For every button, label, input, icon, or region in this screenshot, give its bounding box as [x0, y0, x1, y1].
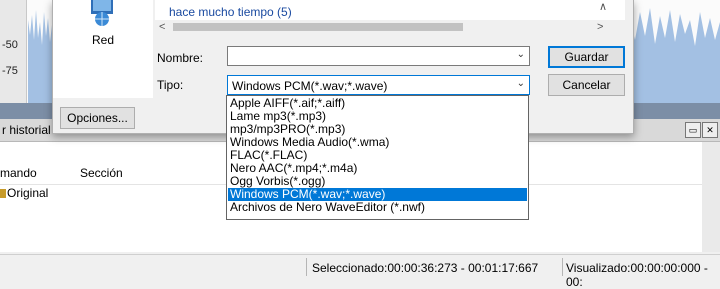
chevron-down-icon[interactable]: ⌄	[517, 78, 525, 89]
navigation-pane: Red	[53, 0, 153, 98]
filename-label: Nombre:	[157, 51, 204, 65]
history-item-icon	[0, 189, 6, 198]
chevron-up-icon[interactable]: ∧	[599, 0, 607, 13]
float-panel-button[interactable]: ▭	[685, 122, 701, 138]
options-button[interactable]: Opciones...	[60, 107, 135, 129]
status-selection: Seleccionado:00:00:36:273 - 00:01:17:667	[312, 261, 539, 275]
save-button[interactable]: Guardar	[548, 46, 625, 68]
history-row[interactable]: Original	[0, 186, 48, 200]
nav-item-network[interactable]: Red	[92, 33, 114, 47]
amplitude-ruler: -50 -75	[0, 0, 27, 103]
file-group-header[interactable]: hace mucho tiempo (5)	[169, 5, 292, 19]
type-label: Tipo:	[157, 78, 184, 92]
column-header-command[interactable]: mando	[0, 166, 37, 180]
scroll-left-icon[interactable]: <	[159, 21, 165, 33]
scrollbar-thumb[interactable]	[173, 23, 463, 31]
filename-field[interactable]: ⌄	[227, 46, 530, 66]
scroll-right-icon[interactable]: >	[597, 21, 603, 33]
divider	[562, 258, 563, 276]
ruler-label: -50	[2, 39, 18, 51]
file-list[interactable]: hace mucho tiempo (5) ∧	[155, 0, 625, 20]
network-icon	[91, 0, 113, 26]
history-title: r historial	[2, 123, 51, 137]
file-type-value: Windows PCM(*.wav;*.wave)	[232, 79, 388, 93]
column-header-section[interactable]: Sección	[80, 166, 123, 180]
divider	[306, 258, 307, 276]
waveform-left	[28, 10, 52, 103]
status-bar: Seleccionado:00:00:36:273 - 00:01:17:667…	[0, 254, 720, 289]
vertical-scrollbar[interactable]	[702, 142, 720, 252]
status-visible: Visualizado:00:00:00:000 - 00:	[566, 261, 708, 289]
chevron-down-icon[interactable]: ⌄	[517, 49, 525, 60]
horizontal-scrollbar[interactable]: < >	[155, 20, 615, 34]
cancel-button[interactable]: Cancelar	[548, 74, 625, 96]
history-row-label: Original	[7, 186, 49, 200]
file-type-select[interactable]: Windows PCM(*.wav;*.wave) ⌄	[227, 75, 530, 95]
file-type-dropdown-list[interactable]: Apple AIFF(*.aif;*.aiff) Lame mp3(*.mp3)…	[226, 95, 529, 220]
type-option-nwf[interactable]: Archivos de Nero WaveEditor (*.nwf)	[228, 201, 527, 214]
waveform-right	[630, 8, 720, 103]
ruler-label: -75	[2, 65, 18, 77]
close-panel-button[interactable]: ✕	[702, 122, 718, 138]
